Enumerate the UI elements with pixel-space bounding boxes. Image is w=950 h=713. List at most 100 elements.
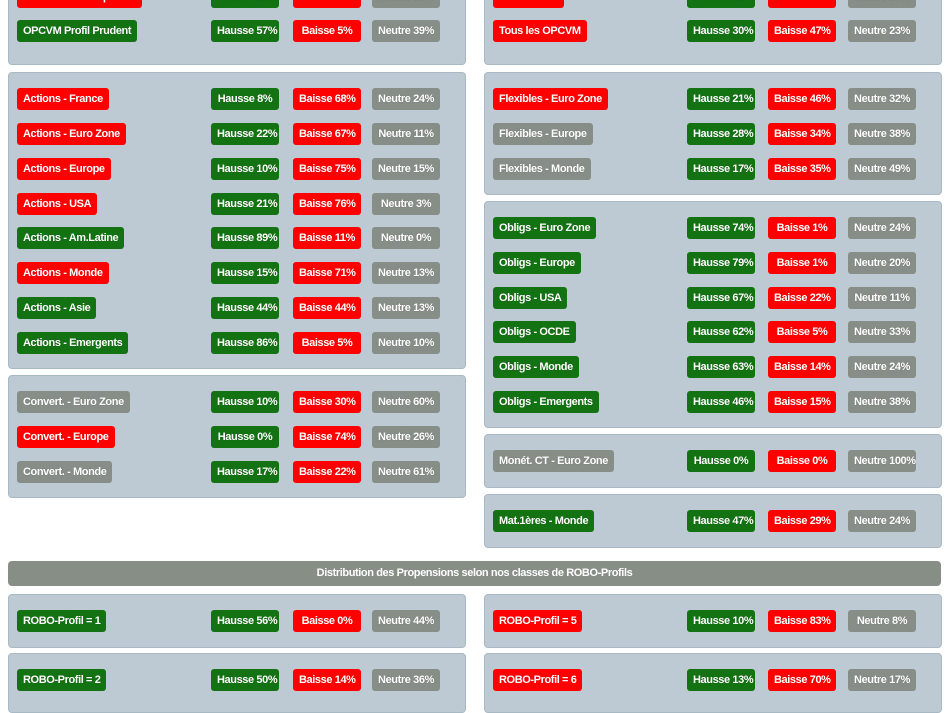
category-label[interactable]: Obligs - Monde <box>493 356 579 378</box>
hausse-badge: Hausse 56% <box>211 610 279 632</box>
category-label[interactable]: Actions - France <box>17 88 109 110</box>
fund-row: Flexibles - Europe Hausse 28% Baisse 34% Ne… <box>485 123 941 145</box>
category-label[interactable]: Flexibles - Euro Zone <box>493 88 608 110</box>
category-label[interactable]: Convert. - Europe <box>17 426 115 448</box>
category-label[interactable]: ROBO-Profil = 6 <box>493 669 583 691</box>
neutre-badge: Neutre 20% <box>848 252 916 274</box>
fund-row: Actions - Europe Hausse 10% Baisse 75% Neut… <box>9 158 465 180</box>
baisse-badge: Baisse 15% <box>768 391 836 413</box>
hausse-badge: Hausse 21% <box>687 0 755 8</box>
neutre-badge: Neutre 17% <box>848 0 916 8</box>
category-label[interactable]: Actions - USA <box>17 193 98 215</box>
category-label[interactable]: Obligs - USA <box>493 287 568 309</box>
category-label[interactable]: Actions - Monde <box>17 262 109 284</box>
neutre-badge: Neutre 26% <box>372 426 440 448</box>
category-label[interactable]: Obligs - OCDE <box>493 321 576 343</box>
category-label[interactable]: Actions - Euro Zone <box>17 123 126 145</box>
category-label[interactable]: ROBO-Profil = 2 <box>17 669 107 691</box>
neutre-badge: Neutre 24% <box>848 510 916 532</box>
panel-robo-2: ROBO-Profil = 2 Hausse 50% Baisse 14% Neutr… <box>8 653 466 713</box>
hausse-badge: Hausse 79% <box>687 252 755 274</box>
category-label[interactable]: Obligs - Europe <box>493 252 581 274</box>
neutre-badge: Neutre 60% <box>372 391 440 413</box>
category-label[interactable]: OPCVM Profil Prudent <box>17 20 138 42</box>
neutre-badge: Neutre 36% <box>372 669 440 691</box>
baisse-badge: Baisse 34% <box>768 123 836 145</box>
baisse-badge: Baisse 75% <box>293 158 361 180</box>
neutre-badge: Neutre 38% <box>848 391 916 413</box>
neutre-badge: Neutre 23% <box>848 20 916 42</box>
category-label[interactable]: Flexibles - Monde <box>493 158 591 180</box>
baisse-badge: Baisse 5% <box>293 20 361 42</box>
baisse-badge: Baisse 30% <box>293 391 361 413</box>
neutre-badge: Neutre 61% <box>372 461 440 483</box>
panel-monetaire: Monét. CT - Euro Zone Hausse 0% Baisse 0% N… <box>484 434 942 488</box>
fund-row: Actions - USA Hausse 21% Baisse 76% Neutre … <box>9 193 465 215</box>
hausse-badge: Hausse 86% <box>211 332 279 354</box>
category-label[interactable]: Flexibles - Europe <box>493 123 593 145</box>
category-label[interactable]: Actions - Am.Latine <box>17 227 125 249</box>
neutre-badge: Neutre 32% <box>848 88 916 110</box>
fund-row: Flexibles - Monde Hausse 17% Baisse 35% Neu… <box>485 158 941 180</box>
category-label[interactable]: Actions - Emergents <box>17 332 129 354</box>
neutre-badge: Neutre 13% <box>372 297 440 319</box>
hausse-badge: Hausse 10% <box>211 391 279 413</box>
fund-row: OPCVM Profil Prudent Hausse 57% Baisse 5% N… <box>9 20 465 42</box>
fund-row: Monét. CT - Euro Zone Hausse 0% Baisse 0% N… <box>485 450 941 472</box>
fund-row: Convert. - Europe Hausse 0% Baisse 74% Neut… <box>9 426 465 448</box>
hausse-badge: Hausse 46% <box>687 391 755 413</box>
hausse-badge: Hausse 0% <box>687 450 755 472</box>
hausse-badge: Hausse 89% <box>211 227 279 249</box>
fund-row: Obligs - OCDE Hausse 62% Baisse 5% Neutre 3… <box>485 321 941 343</box>
fund-row: Obligs - USA Hausse 67% Baisse 22% Neutre 1… <box>485 287 941 309</box>
category-label[interactable]: Actions - Asie <box>17 297 97 319</box>
baisse-badge: Baisse 47% <box>768 20 836 42</box>
baisse-badge: Baisse 22% <box>768 287 836 309</box>
hausse-badge: Hausse 22% <box>211 0 279 8</box>
hausse-badge: Hausse 28% <box>687 123 755 145</box>
category-label[interactable]: Actions - Europe <box>17 158 111 180</box>
panel-robo-1: ROBO-Profil = 1 Hausse 56% Baisse 0% Neutre… <box>8 594 466 648</box>
panel-robo-5: ROBO-Profil = 5 Hausse 10% Baisse 83% Neutr… <box>484 594 942 648</box>
category-label[interactable]: Mat.1ères - Monde <box>493 510 595 532</box>
baisse-badge: Baisse 14% <box>293 669 361 691</box>
neutre-badge: Neutre 100% <box>848 450 916 472</box>
baisse-badge: Baisse 29% <box>768 510 836 532</box>
baisse-badge: Baisse 5% <box>293 332 361 354</box>
hausse-badge: Hausse 67% <box>687 287 755 309</box>
neutre-badge: Neutre 26% <box>372 0 440 8</box>
neutre-badge: Neutre 0% <box>372 227 440 249</box>
baisse-badge: Baisse 46% <box>768 88 836 110</box>
category-label[interactable]: OPCVM Profil Equilibre <box>17 0 142 8</box>
baisse-badge: Baisse 71% <box>293 262 361 284</box>
neutre-badge: Neutre 33% <box>848 321 916 343</box>
category-label[interactable]: ROBO-Profil = 5 <box>493 610 583 632</box>
fund-row: ROBO-Profil = 6 Hausse 13% Baisse 70% Neutr… <box>485 669 941 691</box>
baisse-badge: Baisse 0% <box>768 450 836 472</box>
category-label[interactable]: Tous les OPCVM <box>493 20 587 42</box>
neutre-badge: Neutre 17% <box>848 669 916 691</box>
neutre-badge: Neutre 11% <box>848 287 916 309</box>
neutre-badge: Neutre 24% <box>848 217 916 239</box>
fund-row: Obligs - Emergents Hausse 46% Baisse 15% Ne… <box>485 391 941 413</box>
baisse-badge: Baisse 5% <box>768 321 836 343</box>
hausse-badge: Hausse 21% <box>687 88 755 110</box>
baisse-badge: Baisse 1% <box>768 252 836 274</box>
category-label[interactable]: Monét. CT - Euro Zone <box>493 450 614 472</box>
panel-obligs: Obligs - Euro Zone Hausse 74% Baisse 1% Neu… <box>484 201 942 428</box>
fund-row: Actions - Monde Hausse 15% Baisse 71% Neutr… <box>9 262 465 284</box>
category-label[interactable]: Convert. - Monde <box>17 461 113 483</box>
baisse-badge: Baisse 83% <box>768 610 836 632</box>
category-label[interactable]: ROBO-Profil = 1 <box>17 610 107 632</box>
baisse-badge: Baisse 11% <box>293 227 361 249</box>
fund-row: Obligs - Monde Hausse 63% Baisse 14% Neutre… <box>485 356 941 378</box>
panel-actions: Actions - France Hausse 8% Baisse 68% Neutr… <box>8 72 466 369</box>
neutre-badge: Neutre 24% <box>372 88 440 110</box>
category-label[interactable]: OPCVM-ISR <box>493 0 564 8</box>
category-label[interactable]: Obligs - Euro Zone <box>493 217 597 239</box>
panel-robo-6: ROBO-Profil = 6 Hausse 13% Baisse 70% Neutr… <box>484 653 942 713</box>
fund-row: Convert. - Euro Zone Hausse 10% Baisse 30%… <box>9 391 465 413</box>
category-label[interactable]: Convert. - Euro Zone <box>17 391 130 413</box>
category-label[interactable]: Obligs - Emergents <box>493 391 599 413</box>
fund-row: OPCVM-ISR Hausse 21% Baisse 63% Neutre 17% <box>485 0 941 8</box>
